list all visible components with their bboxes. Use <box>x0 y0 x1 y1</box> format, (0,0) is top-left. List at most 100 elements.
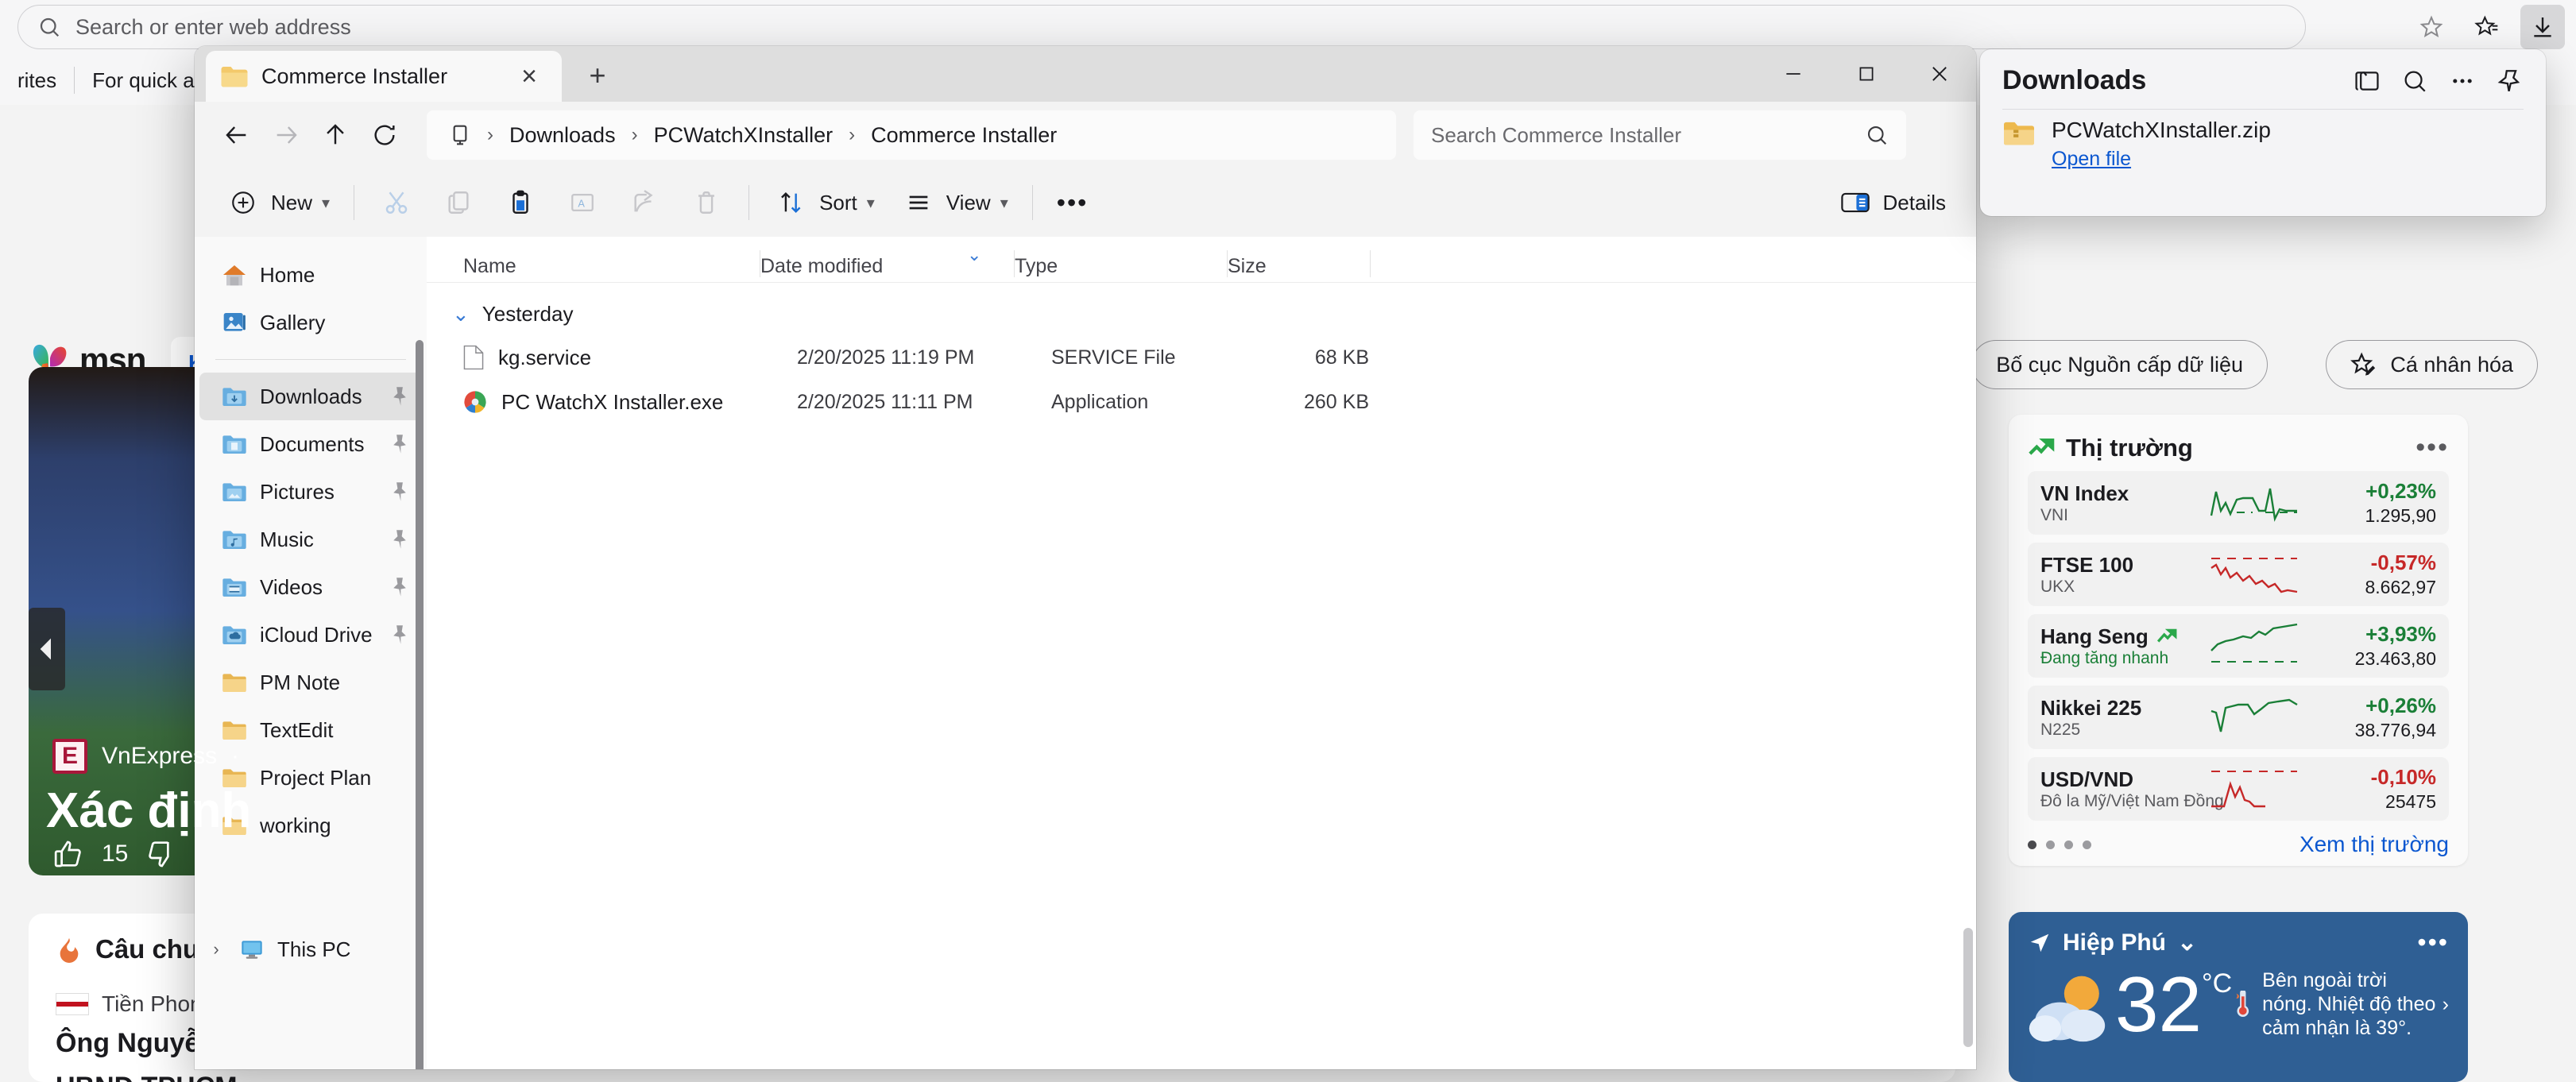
sidebar-scrollbar[interactable] <box>416 340 424 1069</box>
close-button[interactable] <box>1903 46 1976 102</box>
pager-dot[interactable] <box>2083 840 2091 849</box>
breadcrumb[interactable]: › Downloads › PCWatchXInstaller › Commer… <box>427 110 1396 160</box>
sidebar-item-downloads[interactable]: Downloads <box>199 373 422 420</box>
address-bar[interactable]: Search or enter web address <box>17 5 2306 49</box>
chevron-down-icon[interactable]: ▾ <box>1000 193 1008 213</box>
sidebar-item-this-pc[interactable]: › This PC <box>199 925 422 973</box>
sort-button[interactable]: Sort ▾ <box>760 178 888 227</box>
market-row-name: Nikkei 225 <box>2040 695 2142 720</box>
column-header-size[interactable]: Size <box>1228 250 1371 278</box>
sidebar-item-pictures[interactable]: Pictures <box>199 468 422 516</box>
column-header-name[interactable]: Name <box>427 250 760 278</box>
folder-icon[interactable] <box>2354 68 2381 95</box>
search-icon[interactable] <box>2401 68 2428 95</box>
breadcrumb-separator: › <box>631 124 638 145</box>
open-file-link[interactable]: Open file <box>2052 148 2271 171</box>
weather-note: Bên ngoài trời nóng. Nhiệt độ theo cảm n… <box>2232 968 2449 1040</box>
sidebar-item-home[interactable]: Home <box>199 251 422 299</box>
download-file-name: PCWatchXInstaller.zip <box>2052 118 2271 142</box>
up-button[interactable] <box>311 110 360 160</box>
thermometer-icon <box>2232 991 2256 1018</box>
thumbs-up-icon[interactable] <box>52 838 84 870</box>
view-market-link[interactable]: Xem thị trường <box>2299 832 2449 857</box>
market-row[interactable]: Nikkei 225 N225 +0,26% 38.776,94 <box>2028 686 2449 749</box>
sidebar-item-music[interactable]: Music <box>199 516 422 563</box>
star-icon[interactable] <box>2409 5 2454 49</box>
breadcrumb-item-downloads[interactable]: Downloads <box>501 120 624 151</box>
feed-layout-button[interactable]: Bố cục Nguồn cấp dữ liệu <box>1971 340 2268 389</box>
collections-icon[interactable] <box>2465 5 2509 49</box>
view-button[interactable]: View ▾ <box>888 178 1021 227</box>
carousel-prev-button[interactable] <box>29 608 65 690</box>
downloads-icon[interactable] <box>2520 5 2565 49</box>
this-pc-icon[interactable] <box>443 122 479 148</box>
icloud-folder-icon <box>222 624 247 646</box>
back-button[interactable] <box>212 110 261 160</box>
paste-button[interactable] <box>489 178 551 227</box>
market-row[interactable]: VN Index VNI +0,23% 1.295,90 <box>2028 471 2449 535</box>
sidebar-item-pm-note[interactable]: PM Note <box>199 659 422 706</box>
pin-icon[interactable] <box>390 386 409 407</box>
refresh-button[interactable] <box>360 110 409 160</box>
market-more-icon[interactable]: ••• <box>2415 432 2449 463</box>
delete-button <box>675 178 737 227</box>
sidebar-item-gallery[interactable]: Gallery <box>199 299 422 346</box>
sidebar-item-documents[interactable]: Documents <box>199 420 422 468</box>
chevron-down-icon[interactable]: ⌄ <box>2177 929 2197 956</box>
new-tab-button[interactable]: + <box>579 57 616 94</box>
close-icon[interactable]: × <box>511 58 547 95</box>
pager-dot[interactable] <box>2046 840 2055 849</box>
minimize-button[interactable] <box>1757 46 1830 102</box>
search-input[interactable]: Search Commerce Installer <box>1414 110 1906 160</box>
pin-icon[interactable] <box>390 529 409 550</box>
sidebar-item-videos[interactable]: Videos <box>199 563 422 611</box>
bookmark-item[interactable]: rites <box>0 68 74 93</box>
more-icon[interactable] <box>2449 68 2476 95</box>
weather-location: Hiệp Phú <box>2063 929 2167 956</box>
weather-more-icon[interactable]: ••• <box>2417 928 2449 957</box>
file-list-scrollbar[interactable] <box>1963 237 1973 1069</box>
breadcrumb-item-pcwatchxinstaller[interactable]: PCWatchXInstaller <box>646 120 841 151</box>
market-pager[interactable] <box>2028 840 2091 849</box>
market-row-names: Hang Seng Đang tăng nhanh <box>2040 624 2210 668</box>
more-options-button[interactable]: ••• <box>1044 178 1101 227</box>
pin-icon[interactable] <box>2497 68 2524 95</box>
chevron-right-icon[interactable]: › <box>2443 992 2449 1016</box>
details-pane-button[interactable]: Details <box>1824 178 1959 227</box>
pin-icon[interactable] <box>390 577 409 597</box>
pin-icon[interactable] <box>390 624 409 645</box>
chevron-right-icon[interactable]: › <box>206 939 226 960</box>
market-row[interactable]: USD/VND Đô la Mỹ/Việt Nam Đồng -0,10% 25… <box>2028 757 2449 821</box>
market-row[interactable]: FTSE 100 UKX -0,57% 8.662,97 <box>2028 543 2449 606</box>
thumbs-down-icon[interactable] <box>145 838 177 870</box>
maximize-button[interactable] <box>1830 46 1903 102</box>
new-button[interactable]: New ▾ <box>212 178 342 227</box>
breadcrumb-separator: › <box>487 124 493 145</box>
market-row[interactable]: Hang Seng Đang tăng nhanh +3,93% 23.463,… <box>2028 614 2449 678</box>
file-explorer-tab[interactable]: Commerce Installer × <box>206 51 562 102</box>
news-source-separator: · <box>231 743 240 769</box>
pin-icon[interactable] <box>390 434 409 454</box>
pager-dot[interactable] <box>2028 840 2036 849</box>
scrollbar-thumb[interactable] <box>1963 928 1973 1047</box>
personalize-button[interactable]: Cá nhân hóa <box>2326 340 2538 389</box>
column-divider[interactable] <box>1370 250 1371 277</box>
table-row[interactable]: PC WatchX Installer.exe 2/20/2025 11:11 … <box>427 380 1976 424</box>
sidebar-item-icloud-drive[interactable]: iCloud Drive <box>199 611 422 659</box>
download-item[interactable]: PCWatchXInstaller.zip Open file <box>2002 118 2524 171</box>
vnexpress-logo-icon: E <box>52 739 87 774</box>
pager-dot[interactable] <box>2064 840 2073 849</box>
market-row-change: +3,93% <box>2365 622 2436 646</box>
column-header-type[interactable]: Type <box>1015 250 1228 278</box>
news-reactions[interactable]: 15 <box>52 838 177 870</box>
chevron-down-icon[interactable]: ▾ <box>322 193 330 213</box>
chevron-down-icon[interactable]: ▾ <box>867 193 875 213</box>
pin-icon[interactable] <box>390 481 409 502</box>
location-arrow-icon <box>2028 931 2052 955</box>
breadcrumb-item-commerce-installer[interactable]: Commerce Installer <box>863 120 1065 151</box>
gallery-icon <box>222 311 247 334</box>
weather-card[interactable]: Hiệp Phú ⌄ ••• 32 °C Bên ngoài trời nóng… <box>2009 912 2468 1082</box>
zip-folder-icon <box>2002 118 2036 171</box>
table-row[interactable]: kg.service 2/20/2025 11:19 PM SERVICE Fi… <box>427 335 1976 380</box>
file-group-header[interactable]: ⌄ Yesterday <box>427 292 1976 335</box>
